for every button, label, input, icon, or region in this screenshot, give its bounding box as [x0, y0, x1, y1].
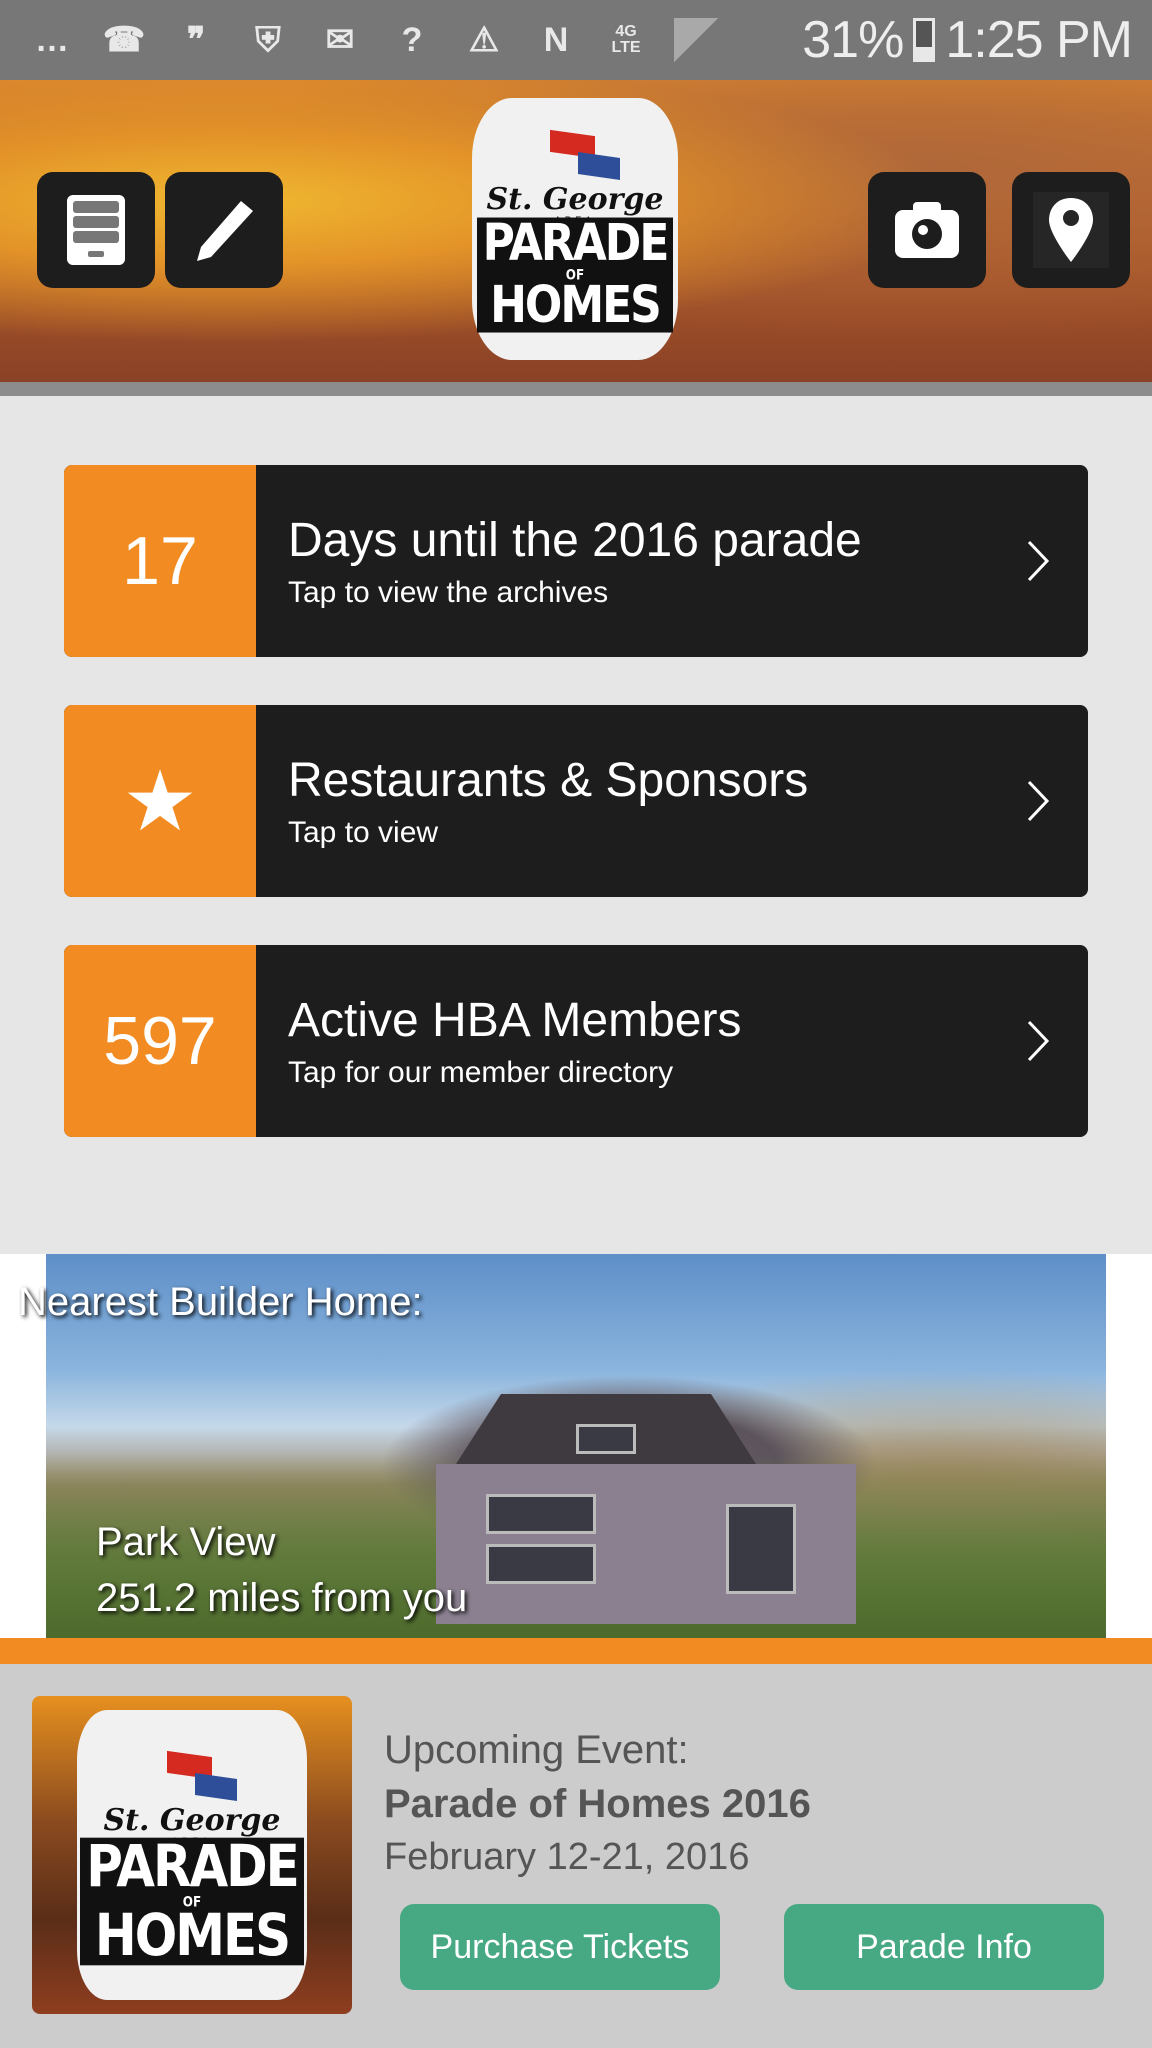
card-subtitle: Tap for our member directory [288, 1055, 674, 1089]
pencil-icon [197, 201, 253, 261]
messages-icon: … [35, 20, 69, 59]
drawer-button[interactable] [37, 172, 155, 288]
flag-icon [147, 1750, 237, 1804]
card-subtitle: Tap to view the archives [288, 575, 609, 609]
flag-icon [530, 130, 620, 183]
members-card[interactable]: 597 Active HBA Members Tap for our membe… [64, 945, 1088, 1137]
star-icon: ★ [64, 705, 256, 897]
camera-icon [895, 202, 959, 258]
upcoming-event-panel: St. George AREA PARADE OF HOMES Upcoming… [0, 1664, 1152, 2048]
missed-call-icon: ☎ [102, 21, 146, 59]
chevron-right-icon [1027, 1020, 1050, 1062]
parade-of-homes-logo: St. George AREA PARADE OF HOMES [77, 1710, 307, 2000]
status-bar: … ☎ ❞ ⛨ ✉ ? ⚠ N 4G LTE 31% 1:25 PM [0, 0, 1152, 80]
house-illustration [396, 1374, 916, 1624]
header-divider [0, 382, 1152, 396]
nearest-home-banner[interactable]: Nearest Builder Home: Park View 251.2 mi… [0, 1254, 1152, 1638]
card-subtitle: Tap to view [288, 815, 439, 849]
nfc-icon: N [543, 20, 569, 59]
members-count: 597 [64, 945, 256, 1137]
camera-button[interactable] [868, 172, 986, 288]
card-title: Restaurants & Sponsors [288, 753, 809, 807]
home-name: Park View [96, 1520, 276, 1564]
countdown-card[interactable]: 17 Days until the 2016 parade Tap to vie… [64, 465, 1088, 657]
event-date: February 12-21, 2016 [384, 1836, 750, 1878]
edit-button[interactable] [165, 172, 283, 288]
days-count: 17 [64, 465, 256, 657]
hangouts-icon: ❞ [186, 21, 206, 59]
vpn-warning-icon: ⚠ [468, 21, 500, 59]
map-pin-icon [1033, 192, 1109, 268]
notification-icons: … ☎ ❞ ⛨ ✉ ? ⚠ N 4G LTE [30, 18, 802, 62]
shield-update-icon: ⛨ [255, 20, 281, 59]
purchase-tickets-button[interactable]: Purchase Tickets [400, 1904, 720, 1990]
info-cards: 17 Days until the 2016 parade Tap to vie… [64, 465, 1088, 1185]
wifi-unknown-icon: ? [401, 20, 423, 59]
location-button[interactable] [1012, 172, 1130, 288]
battery-charging-icon [913, 18, 936, 62]
parade-info-button[interactable]: Parade Info [784, 1904, 1104, 1990]
home-distance: 251.2 miles from you [96, 1576, 468, 1620]
battery-percent: 31% [802, 11, 904, 69]
parade-of-homes-logo: St. George AREA PARADE OF HOMES [472, 98, 678, 360]
drawer-icon [67, 195, 125, 265]
signal-icon [674, 18, 718, 62]
card-title: Active HBA Members [288, 993, 742, 1047]
card-title: Days until the 2016 parade [288, 513, 862, 567]
chevron-right-icon [1027, 540, 1050, 582]
event-thumbnail[interactable]: St. George AREA PARADE OF HOMES [32, 1696, 352, 2014]
nearest-label: Nearest Builder Home: [18, 1280, 423, 1324]
4g-lte-icon: 4G LTE [611, 23, 641, 56]
gmail-icon: ✉ [325, 21, 355, 59]
event-name: Parade of Homes 2016 [384, 1782, 811, 1826]
chevron-right-icon [1027, 780, 1050, 822]
sponsors-card[interactable]: ★ Restaurants & Sponsors Tap to view [64, 705, 1088, 897]
section-divider [0, 1638, 1152, 1664]
event-label: Upcoming Event: [384, 1728, 689, 1772]
clock: 1:25 PM [945, 11, 1133, 69]
